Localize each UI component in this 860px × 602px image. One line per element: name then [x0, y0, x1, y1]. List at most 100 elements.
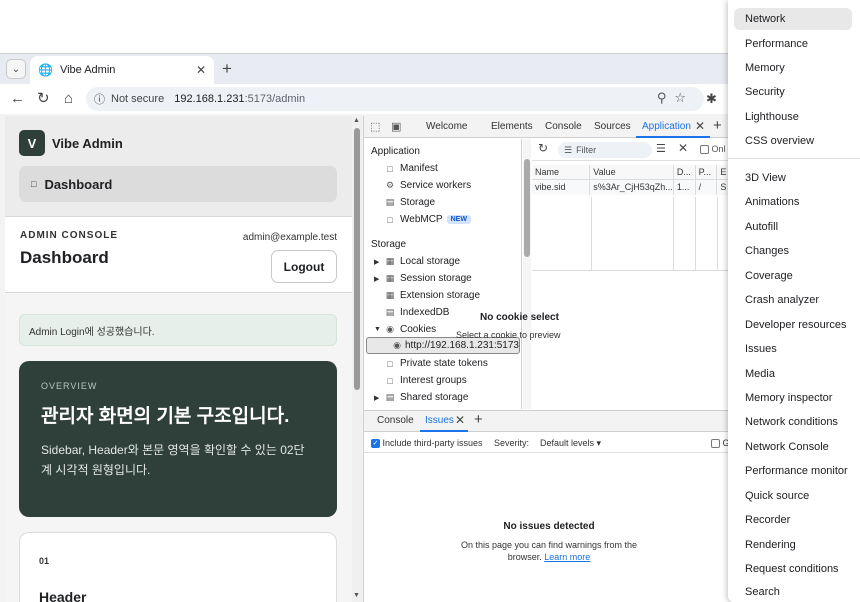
file-icon: □ [387, 214, 393, 225]
cookie-filter-input[interactable]: ☰ Filter [558, 142, 652, 158]
third-party-checkbox[interactable]: ✓ Include third-party issues [371, 438, 483, 449]
home-icon[interactable]: ⌂ [64, 90, 73, 108]
drawer-tab-issues[interactable]: Issues [425, 415, 454, 426]
only-issues-checkbox[interactable]: Onl [700, 144, 726, 155]
menu-item-css-overview[interactable]: CSS overview [734, 130, 852, 152]
menu-item-autofill[interactable]: Autofill [734, 216, 852, 238]
address-bar[interactable]: ⓘ Not secure 192.168.1.231 :5173/admin ⚲… [86, 87, 704, 111]
tree-item-label: Shared storage [400, 392, 469, 403]
table-row[interactable]: vibe.sid s%3Ar_CjH53qZh... 1... / S [532, 179, 733, 195]
close-tab-icon[interactable]: ✕ [196, 63, 206, 77]
scroll-down-icon[interactable]: ▼ [353, 592, 360, 599]
tree-item-label: http://192.168.1.231:5173 [405, 340, 519, 351]
checkbox[interactable] [711, 439, 720, 449]
column-header[interactable]: Value [589, 165, 674, 180]
menu-item-quick-source[interactable]: Quick source [734, 485, 852, 507]
menu-item-lighthouse[interactable]: Lighthouse [734, 106, 852, 128]
inspect-icon[interactable]: ⬚ [370, 120, 380, 133]
menu-item-request-conditions[interactable]: Request conditions [734, 558, 852, 580]
menu-item-performance-monitor[interactable]: Performance monitor [734, 460, 852, 482]
menu-item-crash-analyzer[interactable]: Crash analyzer [734, 289, 852, 311]
scrollbar-thumb[interactable] [524, 159, 530, 257]
drawer-tab-console[interactable]: Console [377, 415, 414, 426]
menu-item-3d-view[interactable]: 3D View [734, 167, 852, 189]
overview-description: Sidebar, Header와 본문 영역을 확인할 수 있는 02단 계 시… [41, 440, 315, 480]
clear-filtered-icon[interactable]: ☰ [656, 142, 666, 155]
menu-item-rendering[interactable]: Rendering [734, 534, 852, 556]
menu-item-coverage[interactable]: Coverage [734, 265, 852, 287]
menu-item-network-conditions[interactable]: Network conditions [734, 411, 852, 433]
tab-welcome[interactable]: Welcome [426, 121, 468, 132]
add-drawer-tab-icon[interactable]: + [474, 411, 483, 428]
column-header[interactable]: P... [695, 165, 718, 180]
checkbox-checked[interactable]: ✓ [371, 439, 380, 449]
scrollbar-thumb[interactable] [354, 128, 360, 390]
tree-item-local-storage[interactable]: ▶ ▦ Local storage [364, 253, 522, 270]
expand-arrow-icon[interactable]: ▶ [374, 275, 384, 283]
tab-application[interactable]: Application [642, 121, 691, 132]
page-scrollbar[interactable]: ▲ ▼ [352, 116, 362, 602]
menu-item-media[interactable]: Media [734, 363, 852, 385]
expand-arrow-icon[interactable]: ▶ [374, 394, 384, 402]
logout-button[interactable]: Logout [271, 250, 337, 283]
menu-item-memory[interactable]: Memory [734, 57, 852, 79]
refresh-icon[interactable]: ↻ [538, 141, 548, 155]
extensions-icon[interactable]: ✱ [706, 91, 717, 107]
tab-console[interactable]: Console [545, 121, 582, 132]
tree-item-extension-storage[interactable]: ▦ Extension storage [364, 287, 522, 304]
tab-elements[interactable]: Elements [491, 121, 533, 132]
device-toolbar-icon[interactable]: ▣ [391, 120, 401, 133]
security-label: Not secure [111, 93, 165, 105]
menu-item-search[interactable]: Search [734, 582, 852, 602]
menu-item-security[interactable]: Security [734, 81, 852, 103]
menu-item-network-console[interactable]: Network Console [734, 436, 852, 458]
tree-item-shared-storage[interactable]: ▶ ▤ Shared storage [364, 389, 522, 406]
no-cookie-selected-subtitle: Select a cookie to preview [456, 330, 561, 340]
scroll-up-icon[interactable]: ▲ [353, 117, 360, 124]
close-tab-icon[interactable]: ✕ [695, 119, 705, 133]
learn-more-link[interactable]: Learn more [544, 552, 590, 562]
tree-item-session-storage[interactable]: ▶ ▦ Session storage [364, 270, 522, 287]
add-tab-icon[interactable]: + [713, 117, 722, 134]
key-star-icons[interactable]: ⚲☆ [657, 90, 694, 106]
menu-item-issues[interactable]: Issues [734, 338, 852, 360]
menu-item-developer-resources[interactable]: Developer resources [734, 314, 852, 336]
column-header[interactable]: D... [673, 165, 696, 180]
back-arrow-icon[interactable]: ← [10, 90, 25, 108]
cookie-pane: ↻ ☰ Filter ☰ ✕ Onl Name Value D... P... E… [532, 139, 733, 409]
menu-item-memory-inspector[interactable]: Memory inspector [734, 387, 852, 409]
menu-item-recorder[interactable]: Recorder [734, 509, 852, 531]
menu-item-performance[interactable]: Performance [734, 33, 852, 55]
tree-item-interest-groups[interactable]: □ Interest groups [364, 372, 522, 389]
reload-icon[interactable]: ↻ [37, 90, 50, 108]
checkbox[interactable] [700, 145, 709, 155]
group-checkbox[interactable]: G [711, 438, 730, 449]
tree-item-webmcp[interactable]: □ WebMCP NEW [364, 211, 522, 228]
column-header[interactable]: Name [532, 165, 591, 180]
column-line [695, 197, 696, 271]
expand-arrow-icon[interactable]: ▶ [374, 258, 384, 266]
active-tab-indicator [420, 430, 468, 432]
collapse-arrow-icon[interactable]: ▼ [374, 326, 384, 333]
info-icon[interactable]: ⓘ [94, 91, 105, 107]
page-title: Dashboard [20, 248, 109, 267]
tree-item-label: Extension storage [400, 290, 481, 301]
tab-search-button[interactable]: ⌄ [6, 59, 26, 79]
menu-item-animations[interactable]: Animations [734, 191, 852, 213]
sidebar-item-dashboard[interactable]: □ Dashboard [19, 166, 337, 202]
tab-title: Vibe Admin [59, 64, 116, 76]
menu-item-changes[interactable]: Changes [734, 240, 852, 262]
tree-item-private-state-tokens[interactable]: □ Private state tokens [364, 355, 522, 372]
table-cell: / [695, 179, 718, 195]
close-drawer-tab-icon[interactable]: ✕ [455, 413, 465, 427]
tree-item-service-workers[interactable]: ⚙ Service workers [364, 177, 522, 194]
tab-sources[interactable]: Sources [594, 121, 631, 132]
browser-tab[interactable]: 🌐 Vibe Admin ✕ [30, 56, 214, 84]
tree-item-storage[interactable]: ▤ Storage [364, 194, 522, 211]
new-tab-button[interactable]: + [222, 59, 232, 79]
clear-all-icon[interactable]: ✕ [678, 141, 688, 155]
menu-item-network[interactable]: Network [734, 8, 852, 30]
tree-scrollbar[interactable] [523, 139, 531, 409]
severity-dropdown[interactable]: Default levels ▾ [540, 438, 601, 449]
tree-item-manifest[interactable]: □ Manifest [364, 160, 522, 177]
